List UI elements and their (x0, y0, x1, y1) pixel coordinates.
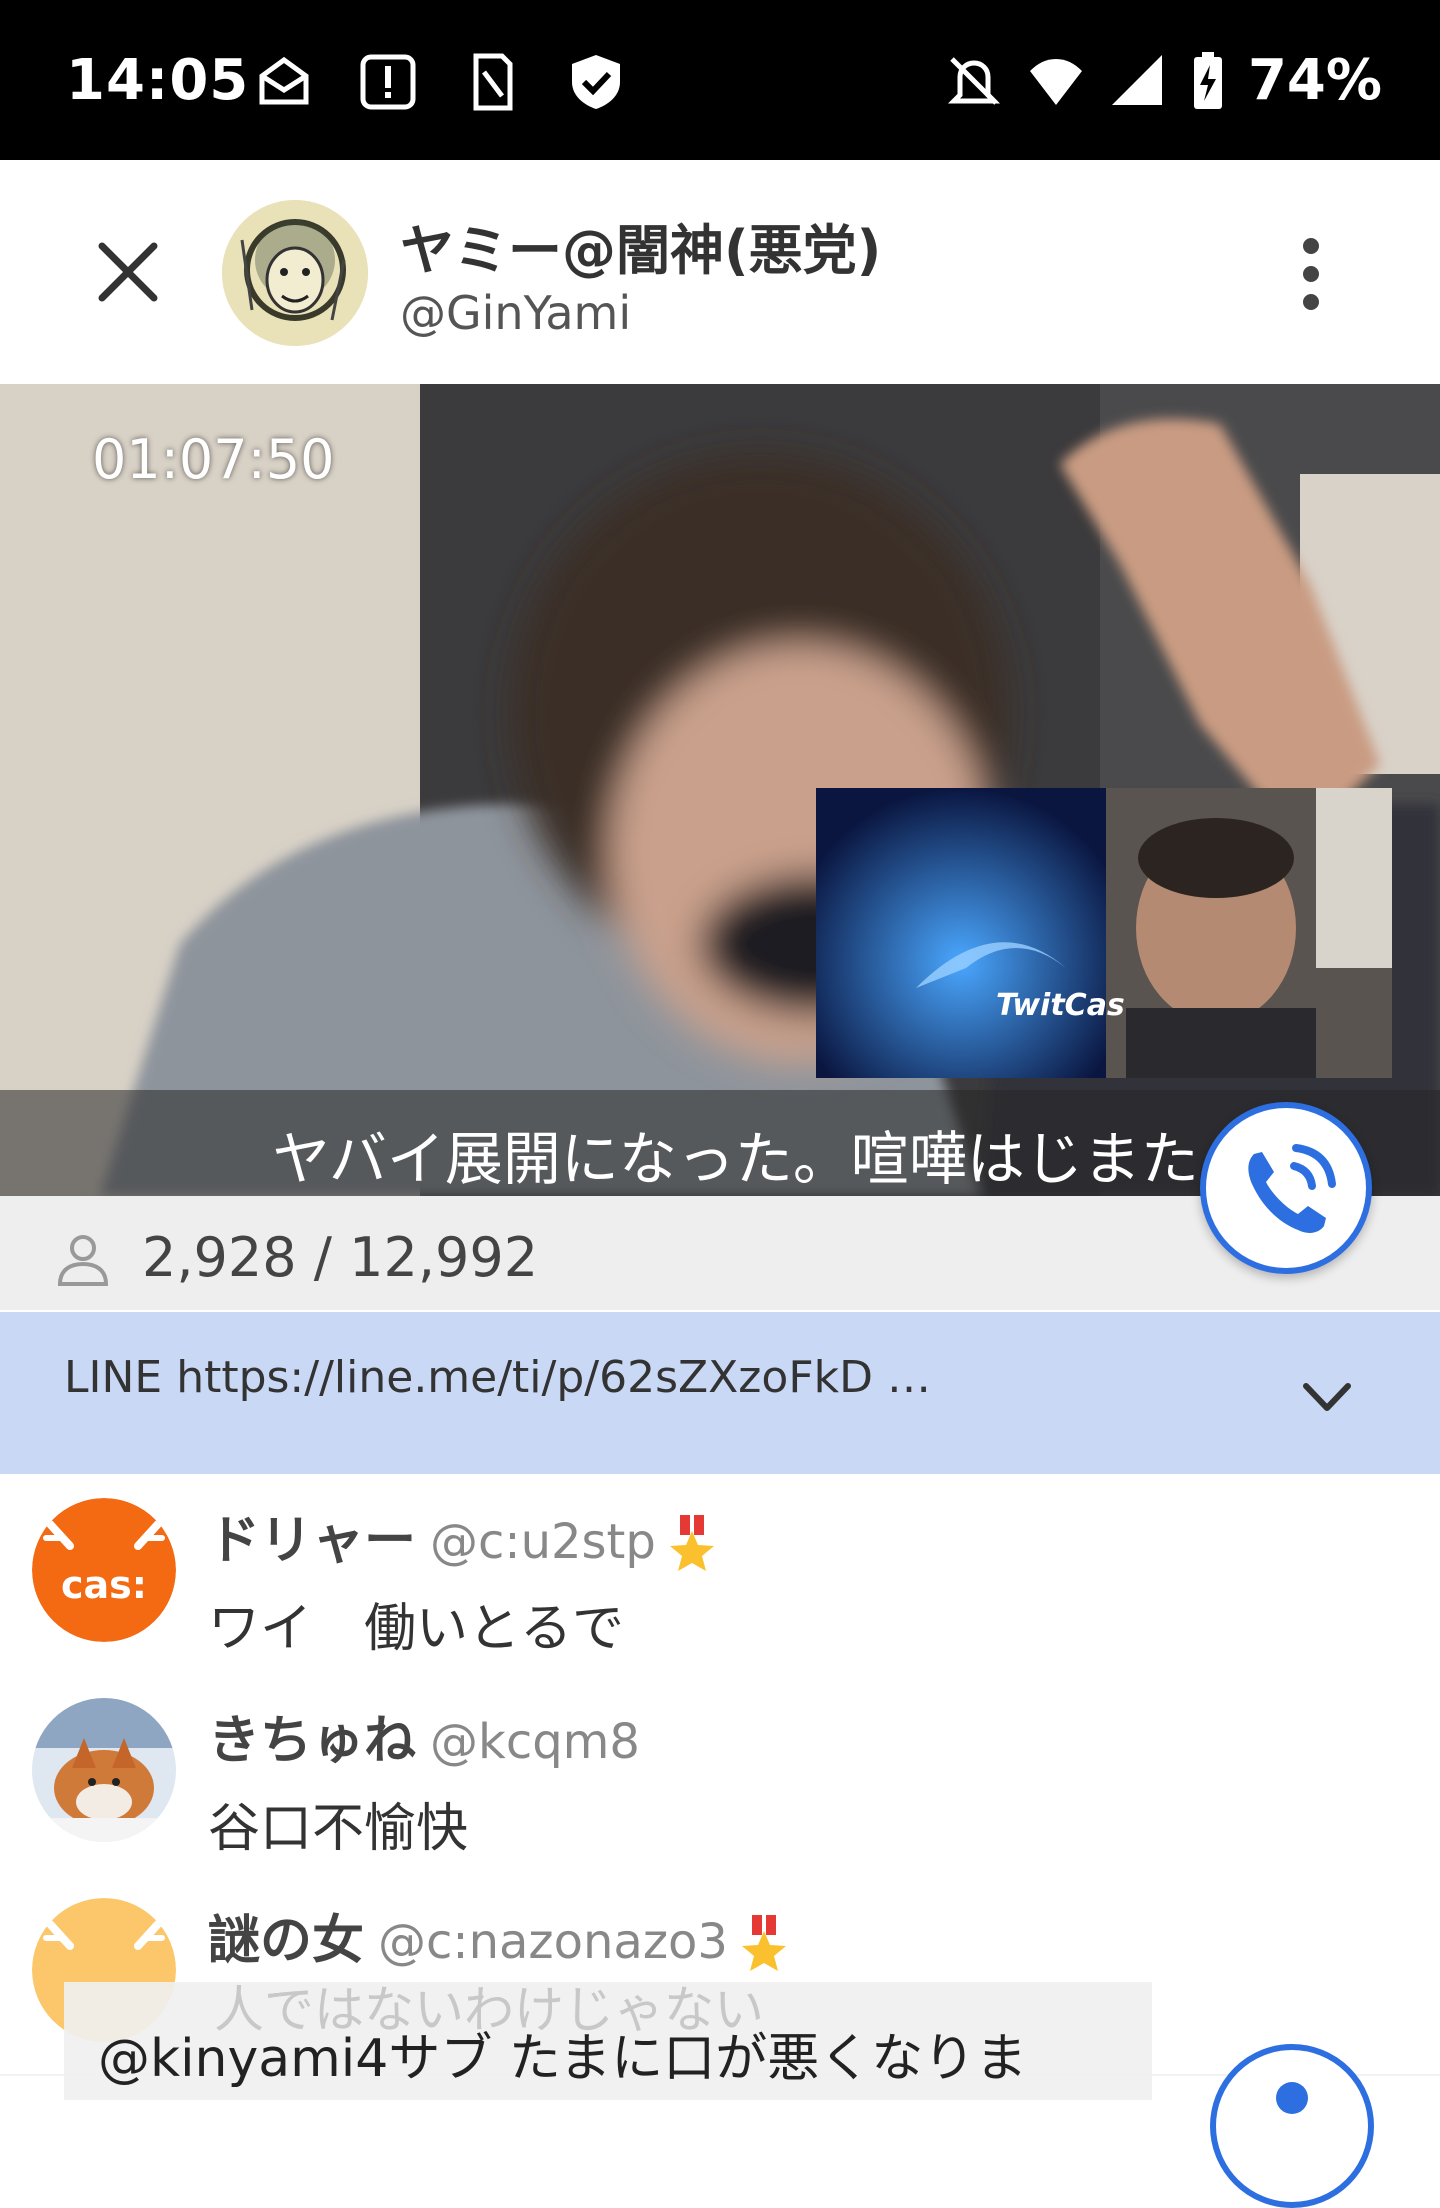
status-time: 14:05 (66, 48, 250, 113)
live-caption: ヤバイ展開になった。喧嘩はじまた (272, 1125, 1199, 1193)
floating-comment: 人ではないわけじゃない @kinyami4サブ たまに口が悪くなりま (64, 1981, 1152, 2100)
viewer-count: 2,928 / 12,992 (142, 1226, 539, 1289)
sim-card-icon (473, 53, 513, 111)
fox-avatar-image (32, 1698, 176, 1842)
broadcast-notice[interactable]: LINE https://line.me/ti/p/62sZXzoFkD … (0, 1312, 1440, 1474)
person-icon (57, 1235, 109, 1286)
commenter-avatar[interactable]: cas: (32, 1498, 176, 1642)
broadcaster-avatar[interactable] (222, 200, 368, 346)
comment-text: ワイ 働いとるで (208, 1599, 625, 1659)
commenter-avatar[interactable] (32, 1698, 176, 1842)
commenter-name[interactable]: きちゅね @kcqm8 (208, 1698, 640, 1773)
battery-percentage: 74% (1247, 48, 1382, 113)
status-bar: 14:05 74% (0, 0, 1440, 160)
wifi-icon (1029, 58, 1082, 105)
alert-box-icon (360, 54, 416, 110)
svg-text:cas:: cas: (61, 1563, 147, 1607)
mail-icon (259, 56, 309, 105)
commenter-name[interactable]: ドリャー @c:u2stp (208, 1498, 716, 1573)
pip-video-frame (816, 788, 1392, 1078)
floating-comment-text: @kinyami4サブ たまに口が悪くなりま (98, 2029, 1028, 2089)
shield-check-icon (572, 55, 620, 109)
twitcas-logo-text: TwitCas (996, 988, 1125, 1023)
medal-badge-icon (669, 1515, 714, 1571)
battery-charging-icon (1193, 51, 1222, 109)
mic-button[interactable] (1210, 2044, 1374, 2208)
medal-badge-icon (741, 1915, 786, 1971)
status-right: 74% (944, 48, 1382, 113)
mic-icon (1276, 2082, 1308, 2114)
call-button[interactable] (1200, 1102, 1372, 1274)
video-timer: 01:07:50 (92, 428, 335, 491)
commenter-display-name: きちゅね (208, 1711, 417, 1771)
phone-icon (1248, 1144, 1336, 1233)
broadcaster-avatar-image (222, 200, 368, 346)
commenter-handle: @c:nazonazo3 (378, 1914, 728, 1970)
comment-item[interactable]: きちゅね @kcqm8 谷口不愉快 (0, 1674, 1440, 1876)
signal-icon (1111, 54, 1162, 105)
broadcaster-handle[interactable]: @GinYami (400, 286, 631, 340)
video-player[interactable]: 01:07:50 TwitCas ヤバイ展開になった。喧嘩はじまた (0, 384, 1440, 1196)
collab-pip-window[interactable]: TwitCas (816, 788, 1392, 1078)
commenter-handle: @c:u2stp (430, 1514, 656, 1570)
close-icon[interactable] (92, 236, 164, 308)
notice-text: LINE https://line.me/ti/p/62sZXzoFkD … (64, 1352, 931, 1403)
bell-off-icon (947, 56, 1000, 105)
comment-item[interactable]: cas: ドリャー @c:u2stp ワイ 働いとるで (0, 1474, 1440, 1676)
broadcaster-name[interactable]: ヤミー@闇神(悪党) (400, 206, 881, 285)
comment-text: 谷口不愉快 (208, 1799, 469, 1859)
more-options-icon[interactable] (1286, 234, 1336, 314)
cas-avatar-image: cas: (32, 1498, 176, 1642)
chevron-down-icon[interactable] (1300, 1378, 1354, 1418)
broadcast-header: ヤミー@闇神(悪党) @GinYami (0, 160, 1440, 384)
commenter-handle: @kcqm8 (430, 1714, 640, 1770)
notification-icons (254, 52, 626, 112)
commenter-display-name: ドリャー (208, 1511, 417, 1571)
commenter-name[interactable]: 謎の女 @c:nazonazo3 (208, 1898, 788, 1973)
commenter-display-name: 謎の女 (208, 1911, 365, 1971)
